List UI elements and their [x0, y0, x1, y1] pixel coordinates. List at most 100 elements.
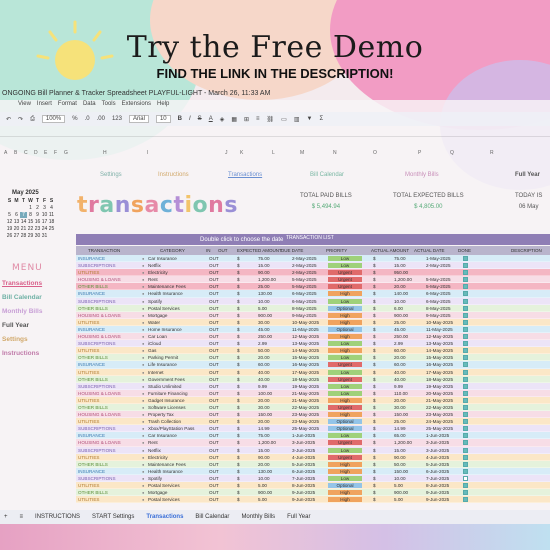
sheet-tab-transactions[interactable]: Transactions — [146, 514, 183, 520]
transaction-cell[interactable]: INSURANCE — [78, 291, 105, 296]
expected-amount-cell[interactable]: 20.00 — [258, 419, 270, 424]
expected-amount-cell[interactable]: 15.00 — [258, 263, 270, 268]
table-row[interactable]: INSURANCE ● Health Insurance OUT $130.00 6-Ma… — [76, 290, 550, 298]
type-cell[interactable]: OUT — [209, 419, 219, 424]
actual-amount-cell[interactable]: 250.00 — [394, 334, 408, 339]
transaction-cell[interactable]: INSURANCE — [78, 362, 105, 367]
table-row[interactable]: HOUSING & LOANS ● Rent OUT $1,200.00 3-Jun-20… — [76, 439, 550, 447]
transaction-cell[interactable]: OTHER BILLS — [78, 306, 108, 311]
priority-badge[interactable]: Optional — [328, 426, 362, 432]
priority-badge[interactable]: Urgent — [328, 454, 362, 460]
expected-amount-cell[interactable]: 90.00 — [258, 455, 270, 460]
calendar-day[interactable]: 18 — [48, 219, 55, 225]
expected-amount-cell[interactable]: 130.00 — [258, 469, 272, 474]
priority-badge[interactable]: Low — [328, 263, 362, 269]
type-cell[interactable]: OUT — [209, 448, 219, 453]
calendar-day[interactable]: 23 — [34, 226, 41, 232]
due-date-cell[interactable]: 18-May-2025 — [292, 377, 319, 382]
due-date-cell[interactable]: 25-May-2025 — [292, 426, 319, 431]
column-header-g[interactable]: G — [64, 150, 68, 156]
calendar-day[interactable]: 8 — [27, 212, 34, 218]
category-cell[interactable]: Mortgage — [148, 313, 167, 318]
actual-amount-cell[interactable]: 2.99 — [394, 341, 403, 346]
calendar-day[interactable]: 10 — [41, 212, 48, 218]
transaction-cell[interactable]: HOUSING & LOANS — [78, 440, 121, 445]
actual-amount-cell[interactable]: 5.00 — [394, 483, 403, 488]
expected-amount-cell[interactable]: 20.00 — [258, 462, 270, 467]
expected-amount-cell[interactable]: 1,200.00 — [258, 440, 276, 445]
done-checkbox[interactable] — [463, 419, 468, 425]
calendar-day[interactable]: 26 — [6, 233, 13, 239]
transaction-cell[interactable]: OTHER BILLS — [78, 405, 108, 410]
expected-amount-cell[interactable]: 5.00 — [258, 306, 267, 311]
done-checkbox[interactable] — [463, 270, 468, 276]
table-row[interactable]: OTHER BILLS ● Software Licenses OUT $30.00 22… — [76, 403, 550, 412]
expected-amount-cell[interactable]: 9.99 — [258, 384, 267, 389]
done-checkbox[interactable] — [463, 319, 468, 325]
actual-amount-cell[interactable]: 900.00 — [394, 313, 408, 318]
table-row[interactable]: INSURANCE ● Health Insurance OUT $130.00 6-Ju… — [76, 467, 550, 475]
transaction-cell[interactable]: HOUSING & LOANS — [78, 334, 121, 339]
done-checkbox[interactable] — [463, 341, 468, 347]
actual-amount-cell[interactable]: 6.00 — [394, 306, 403, 311]
due-date-cell[interactable]: 6-May-2025 — [292, 291, 317, 296]
nav-monthly-bills[interactable]: Monthly Bills — [405, 172, 439, 178]
table-row[interactable]: SUBSCRIPTIONS ● Xbox/PlayStation Pass OUT $1… — [76, 425, 550, 433]
column-header-o[interactable]: O — [373, 150, 377, 156]
column-header-a[interactable]: A — [4, 150, 7, 156]
actual-amount-cell[interactable]: 25.00 — [394, 419, 406, 424]
due-date-cell[interactable]: 12-May-2025 — [292, 334, 319, 339]
due-date-cell[interactable]: 13-May-2025 — [292, 341, 319, 346]
calendar-day[interactable]: 22 — [27, 226, 34, 232]
actual-date-cell[interactable]: 2-May-2025 — [426, 263, 451, 268]
calendar-day[interactable]: 16 — [34, 219, 41, 225]
priority-badge[interactable]: Low — [328, 341, 362, 347]
table-row[interactable]: OTHER BILLS ● Maintenance Fees OUT $25.00 5-M… — [76, 283, 550, 291]
actual-date-cell[interactable]: 5-Jun-2025 — [426, 462, 449, 467]
actual-amount-cell[interactable]: 40.00 — [394, 370, 406, 375]
priority-badge[interactable]: High — [328, 468, 362, 474]
transaction-cell[interactable]: SUBSCRIPTIONS — [78, 426, 116, 431]
priority-badge[interactable]: Urgent — [328, 404, 362, 410]
expected-amount-cell[interactable]: 20.00 — [258, 355, 270, 360]
expected-amount-cell[interactable]: 1,200.00 — [258, 277, 276, 282]
actual-date-cell[interactable]: 22-May-2025 — [426, 405, 453, 410]
font-size-input[interactable]: 10 — [155, 115, 171, 123]
category-cell[interactable]: Maintenance Fees — [148, 462, 186, 467]
actual-date-cell[interactable]: 12-May-2025 — [426, 334, 453, 339]
priority-badge[interactable]: High — [328, 412, 362, 418]
transaction-cell[interactable]: UTILITIES — [78, 320, 99, 325]
expected-amount-cell[interactable]: 5.00 — [258, 483, 267, 488]
type-cell[interactable]: OUT — [209, 391, 219, 396]
actual-amount-cell[interactable]: 150.00 — [394, 469, 408, 474]
transaction-cell[interactable]: INSURANCE — [78, 469, 105, 474]
due-date-cell[interactable]: 23-May-2025 — [292, 419, 319, 424]
done-checkbox[interactable] — [463, 468, 468, 474]
category-cell[interactable]: Maintenance Fees — [148, 284, 186, 289]
actual-date-cell[interactable]: 9-Jun-2025 — [426, 497, 449, 502]
table-row[interactable]: UTILITIES ● Internet OUT $40.00 17-May-2025 Lo… — [76, 368, 550, 376]
actual-date-cell[interactable]: 8-May-2025 — [426, 306, 451, 311]
table-row[interactable]: SUBSCRIPTIONS ● Spotify OUT $10.00 7-Jun-2025… — [76, 474, 550, 482]
priority-badge[interactable]: High — [328, 348, 362, 354]
actual-amount-cell[interactable]: 1,200.00 — [394, 277, 412, 282]
type-cell[interactable]: OUT — [209, 320, 219, 325]
column-header-h[interactable]: H — [103, 150, 107, 156]
column-header-l[interactable]: L — [272, 150, 275, 156]
side-nav-bill-calendar[interactable]: Bill Calendar — [2, 294, 42, 301]
priority-badge[interactable]: Urgent — [328, 277, 362, 283]
priority-badge[interactable]: High — [328, 397, 362, 403]
fill-color-icon[interactable]: ◈ — [220, 116, 225, 123]
category-cell[interactable]: Electricity — [148, 270, 168, 275]
actual-date-cell[interactable]: 9-May-2025 — [426, 313, 451, 318]
table-row[interactable]: OTHER BILLS ● Parking Permit OUT $20.00 15-Ma… — [76, 354, 550, 362]
expected-amount-cell[interactable]: 250.00 — [258, 334, 272, 339]
actual-amount-cell[interactable]: 900.00 — [394, 490, 408, 495]
type-cell[interactable]: OUT — [209, 384, 219, 389]
nav-bill-calendar[interactable]: Bill Calendar — [310, 172, 344, 178]
due-date-cell[interactable]: 6-May-2025 — [292, 299, 317, 304]
done-checkbox[interactable] — [463, 326, 468, 332]
calendar-day[interactable]: 13 — [13, 219, 20, 225]
decrease-decimal-button[interactable]: .0 — [85, 116, 90, 122]
type-cell[interactable]: OUT — [209, 313, 219, 318]
